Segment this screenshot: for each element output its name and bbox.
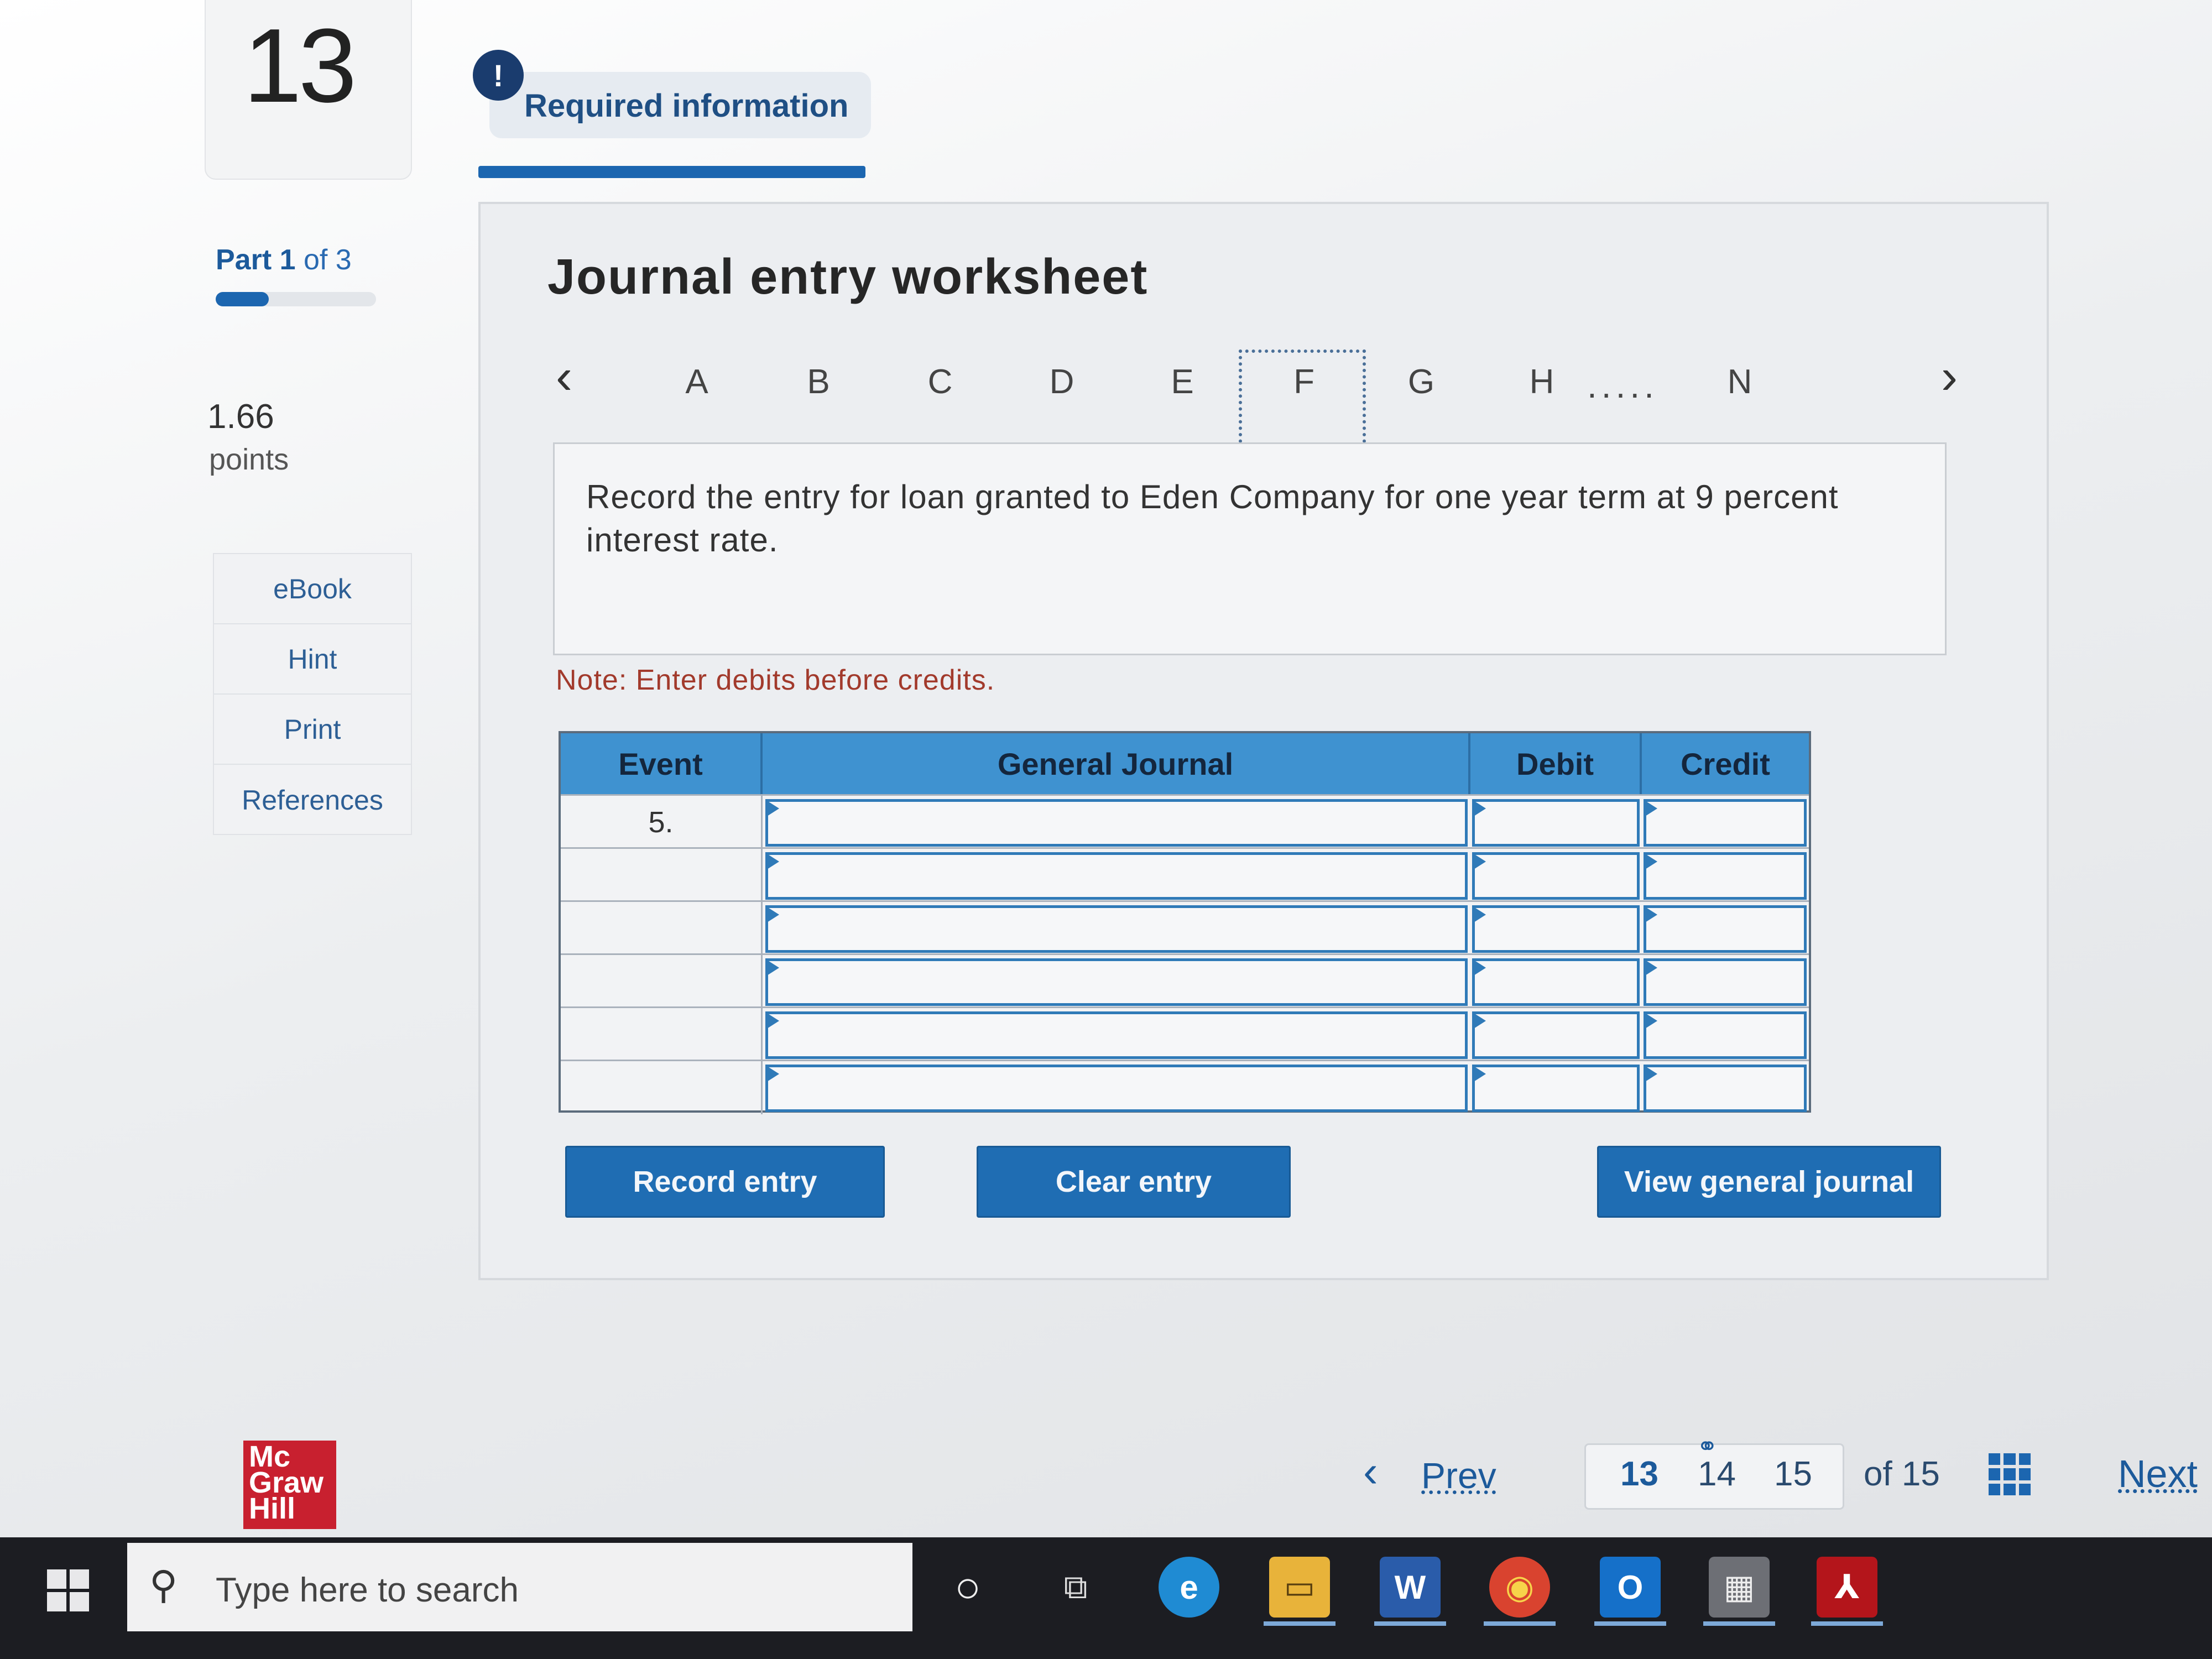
header-general-journal: General Journal [763,733,1470,794]
running-indicator [1811,1621,1883,1626]
alert-icon: ! [473,50,524,101]
running-indicator [1703,1621,1775,1626]
required-information-underline [478,166,865,178]
part-indicator: Part 1 of 3 [216,243,352,276]
debit-input[interactable] [1472,905,1640,953]
account-input[interactable] [765,958,1468,1006]
worksheet-prev-arrow[interactable]: ‹ [556,348,572,405]
acrobat-icon[interactable]: ⅄ [1817,1557,1877,1618]
credit-input[interactable] [1644,799,1807,847]
view-general-journal-button[interactable]: View general journal [1597,1146,1941,1218]
instruction-text: Record the entry for loan granted to Ede… [586,478,1839,559]
event-cell [561,1008,763,1061]
print-link[interactable]: Print [214,695,411,765]
account-input[interactable] [765,905,1468,953]
mcgraw-hill-logo: Mc Graw Hill [243,1441,336,1529]
credit-input[interactable] [1644,958,1807,1006]
page-total: of 15 [1864,1455,1940,1493]
part-suffix: of 3 [303,244,352,276]
event-cell: 5. [561,796,763,849]
file-explorer-icon[interactable]: ▭ [1269,1557,1330,1618]
page-14[interactable]: 14 [1698,1454,1736,1494]
account-input[interactable] [765,1011,1468,1059]
part-current: 1 [279,244,296,276]
running-indicator [1374,1621,1446,1626]
part-prefix: Part [216,244,272,276]
event-cell [561,849,763,902]
logo-line-3: Hill [249,1492,296,1525]
table-row [561,953,1809,1008]
running-indicator [1264,1621,1335,1626]
chrome-icon[interactable]: ◉ [1489,1557,1550,1618]
points-label: points [209,443,289,476]
running-indicator [1484,1621,1556,1626]
page-15[interactable]: 15 [1774,1454,1812,1494]
tab-a[interactable]: A [664,362,730,401]
part-progress-fill [216,292,269,306]
search-icon: ⚲ [149,1563,178,1606]
required-information-label[interactable]: Required information [524,87,848,124]
worksheet-next-arrow[interactable]: › [1941,348,1958,405]
debit-input[interactable] [1472,958,1640,1006]
outlook-icon[interactable]: O [1600,1557,1661,1618]
header-event: Event [561,733,763,794]
task-view-icon[interactable]: ⧉ [1045,1557,1106,1618]
edge-icon[interactable]: e [1159,1557,1219,1618]
tab-c[interactable]: C [907,362,973,401]
page-13[interactable]: 13 [1620,1454,1658,1494]
tab-b[interactable]: B [785,362,852,401]
cortana-icon[interactable]: ○ [937,1557,998,1618]
credit-input[interactable] [1644,1011,1807,1059]
tab-n[interactable]: N [1707,362,1773,401]
calculator-icon[interactable]: ▦ [1709,1557,1770,1618]
references-link[interactable]: References [214,765,411,835]
next-link[interactable]: Next [2118,1452,2198,1496]
tab-ellipsis: ..... [1587,366,1658,405]
clear-entry-button[interactable]: Clear entry [977,1146,1291,1218]
header-credit: Credit [1642,733,1809,794]
debit-input[interactable] [1472,799,1640,847]
tab-d[interactable]: D [1029,362,1095,401]
account-input[interactable] [765,1065,1468,1112]
prev-arrow-icon[interactable]: ‹ [1363,1446,1378,1497]
credit-input[interactable] [1644,852,1807,900]
event-cell [561,1061,763,1114]
debit-input[interactable] [1472,852,1640,900]
prev-link[interactable]: Prev [1421,1454,1496,1496]
event-cell [561,902,763,955]
tab-g[interactable]: G [1388,362,1454,401]
header-debit: Debit [1470,733,1642,794]
grid-icon[interactable] [1989,1453,2031,1495]
note-text: Note: Enter debits before credits. [556,664,995,696]
tab-e[interactable]: E [1149,362,1215,401]
account-input[interactable] [765,799,1468,847]
tab-h[interactable]: H [1509,362,1575,401]
table-row: 5. [561,794,1809,849]
journal-table: Event General Journal Debit Credit 5. [559,731,1811,1114]
hint-link[interactable]: Hint [214,624,411,695]
taskbar-search-placeholder[interactable]: Type here to search [216,1571,519,1610]
running-indicator [1594,1621,1666,1626]
tab-f[interactable]: F [1271,362,1337,401]
credit-input[interactable] [1644,1065,1807,1112]
table-row [561,847,1809,902]
word-icon[interactable]: W [1380,1557,1441,1618]
points-value: 1.66 [207,398,274,436]
side-menu: eBook Hint Print References [213,553,412,835]
question-number: 13 [243,7,357,124]
windows-start-icon[interactable] [47,1569,89,1611]
table-row [561,1006,1809,1061]
table-row [561,900,1809,955]
record-entry-button[interactable]: Record entry [565,1146,885,1218]
worksheet-title: Journal entry worksheet [547,249,1149,305]
event-cell [561,955,763,1008]
debit-input[interactable] [1472,1065,1640,1112]
table-row [561,1060,1809,1114]
account-input[interactable] [765,852,1468,900]
debit-input[interactable] [1472,1011,1640,1059]
credit-input[interactable] [1644,905,1807,953]
ebook-link[interactable]: eBook [214,554,411,624]
